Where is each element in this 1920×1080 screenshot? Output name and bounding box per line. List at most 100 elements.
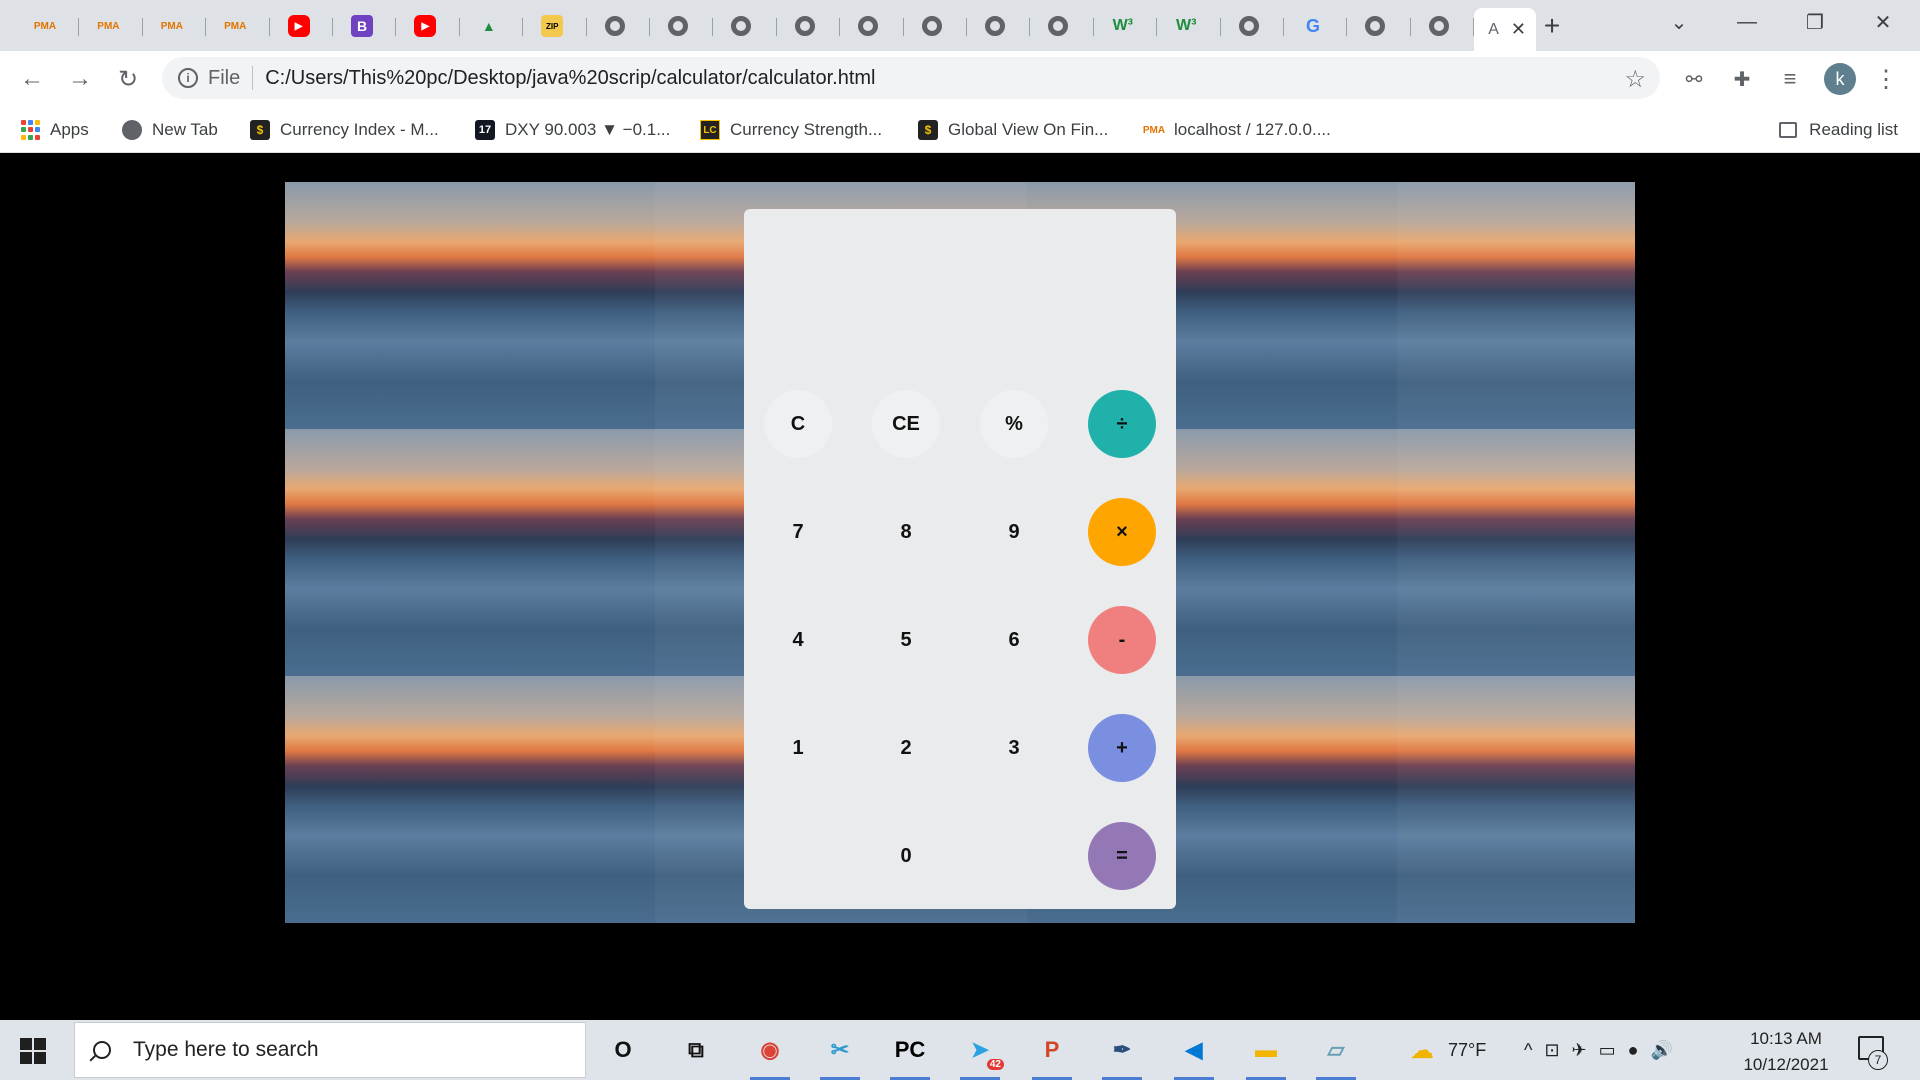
volume-icon[interactable]: 🔊 bbox=[1651, 1040, 1673, 1061]
extension-icon[interactable]: ⚯ bbox=[1678, 63, 1710, 95]
battery-icon[interactable]: ▭ bbox=[1599, 1040, 1616, 1061]
browser-tab[interactable]: ▶ bbox=[270, 8, 333, 44]
browser-tab[interactable] bbox=[777, 8, 841, 44]
close-window-button[interactable]: ✕ bbox=[1856, 0, 1910, 44]
profile-avatar[interactable]: k bbox=[1824, 63, 1856, 95]
chrome-icon[interactable]: ◉ bbox=[750, 1030, 790, 1080]
bookmark-label: DXY 90.003 ▼ −0.1... bbox=[505, 120, 671, 139]
tab-search-button[interactable]: ⌄ bbox=[1652, 0, 1706, 44]
dollar-icon: $ bbox=[250, 120, 270, 140]
equals-button[interactable]: = bbox=[1088, 822, 1156, 890]
bookmark-star-icon[interactable]: ☆ bbox=[1624, 65, 1646, 94]
browser-menu-icon[interactable]: ⋮ bbox=[1870, 63, 1902, 95]
vscode-icon[interactable]: ◀ bbox=[1174, 1030, 1214, 1080]
browser-tab[interactable]: W³ bbox=[1094, 8, 1158, 44]
clock-time: 10:13 AM bbox=[1750, 1029, 1822, 1048]
windows-start-icon[interactable] bbox=[20, 1038, 46, 1064]
browser-tab[interactable] bbox=[904, 8, 967, 44]
back-button[interactable]: ← bbox=[16, 63, 48, 95]
security-icon[interactable]: ● bbox=[1628, 1040, 1639, 1061]
quill-icon[interactable]: ✒ bbox=[1102, 1030, 1142, 1080]
restore-button[interactable]: ❐ bbox=[1788, 0, 1842, 44]
task-view-icon[interactable]: ⧉ bbox=[676, 1030, 716, 1070]
weather-widget[interactable]: ☁ 77°F bbox=[1410, 1020, 1486, 1080]
telegram-icon[interactable]: ➤ 42 bbox=[960, 1030, 1004, 1080]
youtube-icon: ▶ bbox=[414, 15, 437, 37]
unread-badge: 42 bbox=[986, 1059, 1004, 1070]
divide-button[interactable]: ÷ bbox=[1088, 390, 1156, 458]
browser-tab[interactable]: PMA bbox=[79, 8, 143, 44]
cortana-icon[interactable]: O bbox=[603, 1030, 643, 1070]
browser-tab[interactable] bbox=[1221, 8, 1284, 44]
browser-tab[interactable] bbox=[840, 8, 904, 44]
active-browser-tab[interactable]: A ✕ bbox=[1474, 8, 1537, 51]
pycharm-icon[interactable]: PC bbox=[890, 1030, 930, 1080]
minimize-button[interactable]: — bbox=[1720, 0, 1774, 44]
network-icon[interactable]: ✈ bbox=[1572, 1040, 1587, 1061]
browser-tab[interactable]: PMA bbox=[16, 8, 80, 44]
reload-button[interactable]: ↻ bbox=[112, 63, 144, 95]
digit-0-button[interactable]: 0 bbox=[872, 822, 940, 890]
bookmark-item[interactable]: $ Global View On Fin... bbox=[918, 117, 1108, 143]
notes-icon[interactable]: ▱ bbox=[1316, 1030, 1356, 1080]
digit-2-button[interactable]: 2 bbox=[872, 714, 940, 782]
new-tab-button[interactable]: + bbox=[1536, 10, 1568, 42]
digit-6-button[interactable]: 6 bbox=[980, 606, 1048, 674]
percent-button[interactable]: % bbox=[980, 390, 1048, 458]
bookmark-item[interactable]: Apps bbox=[20, 117, 89, 143]
system-clock[interactable]: 10:13 AM 10/12/2021 bbox=[1742, 1026, 1830, 1078]
digit-9-button[interactable]: 9 bbox=[980, 498, 1048, 566]
close-tab-icon[interactable]: ✕ bbox=[1511, 19, 1526, 40]
snipping-tool-icon[interactable]: ✂ bbox=[820, 1030, 860, 1080]
bookmark-item[interactable]: $ Currency Index - M... bbox=[250, 117, 439, 143]
browser-tab[interactable] bbox=[1030, 8, 1094, 44]
digit-1-button[interactable]: 1 bbox=[764, 714, 832, 782]
w3schools-icon: W³ bbox=[1112, 17, 1134, 34]
add-button[interactable]: + bbox=[1088, 714, 1156, 782]
clear-entry-button[interactable]: CE bbox=[872, 390, 940, 458]
digit-4-button[interactable]: 4 bbox=[764, 606, 832, 674]
browser-tab[interactable]: ▲ bbox=[460, 8, 524, 44]
media-control-icon[interactable]: ≡ bbox=[1774, 63, 1806, 95]
address-bar[interactable]: i File C:/Users/This%20pc/Desktop/java%2… bbox=[162, 57, 1660, 99]
extensions-puzzle-icon[interactable]: ✚ bbox=[1726, 63, 1758, 95]
site-info-icon[interactable]: i bbox=[178, 68, 198, 88]
show-hidden-icons-icon[interactable]: ^ bbox=[1524, 1040, 1532, 1061]
multiply-button[interactable]: × bbox=[1088, 498, 1156, 566]
digit-3-button[interactable]: 3 bbox=[980, 714, 1048, 782]
clear-button[interactable]: C bbox=[764, 390, 832, 458]
meet-now-icon[interactable]: ⊡ bbox=[1544, 1040, 1559, 1061]
powerpoint-icon[interactable]: P bbox=[1032, 1030, 1072, 1080]
browser-tab[interactable] bbox=[713, 8, 777, 44]
pma-icon: PMA bbox=[160, 20, 183, 32]
taskbar-search-box[interactable]: Type here to search bbox=[74, 1022, 586, 1078]
lc-icon: LC bbox=[700, 120, 720, 140]
forward-button[interactable]: → bbox=[64, 63, 96, 95]
file-explorer-icon[interactable]: ▬ bbox=[1246, 1030, 1286, 1080]
bookmark-item[interactable]: LC Currency Strength... bbox=[700, 117, 882, 143]
globe-icon bbox=[731, 16, 752, 36]
browser-tab[interactable] bbox=[967, 8, 1031, 44]
digit-7-button[interactable]: 7 bbox=[764, 498, 832, 566]
browser-tab[interactable]: B bbox=[333, 8, 397, 44]
url-text[interactable]: C:/Users/This%20pc/Desktop/java%20scrip/… bbox=[265, 67, 875, 90]
back-arrow-icon: ← bbox=[20, 65, 44, 92]
browser-tab[interactable] bbox=[1347, 8, 1411, 44]
browser-tab[interactable] bbox=[587, 8, 650, 44]
globe-icon bbox=[1238, 16, 1259, 36]
browser-tab[interactable] bbox=[650, 8, 714, 44]
browser-tab[interactable]: ▶ bbox=[396, 8, 460, 44]
bookmark-item[interactable]: New Tab bbox=[122, 117, 218, 143]
browser-tab[interactable]: ZIP bbox=[523, 8, 587, 44]
browser-tab[interactable]: PMA bbox=[206, 8, 270, 44]
subtract-button[interactable]: - bbox=[1088, 606, 1156, 674]
browser-tab[interactable] bbox=[1411, 8, 1475, 44]
browser-tab[interactable]: W³ bbox=[1157, 8, 1221, 44]
digit-5-button[interactable]: 5 bbox=[872, 606, 940, 674]
bookmark-item[interactable]: 17 DXY 90.003 ▼ −0.1... bbox=[475, 117, 670, 143]
bookmark-item[interactable]: PMA localhost / 127.0.0.... bbox=[1143, 117, 1331, 143]
browser-tab[interactable]: PMA bbox=[143, 8, 207, 44]
browser-tab[interactable]: G bbox=[1284, 8, 1348, 44]
digit-8-button[interactable]: 8 bbox=[872, 498, 940, 566]
reading-list-button[interactable]: Reading list bbox=[1779, 117, 1898, 143]
